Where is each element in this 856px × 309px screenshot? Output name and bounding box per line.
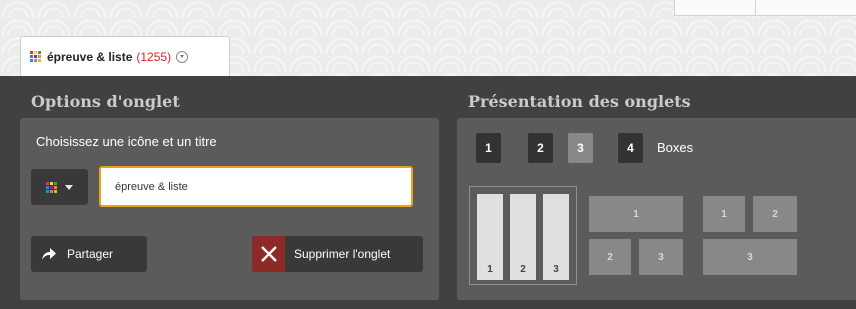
share-arrow-icon	[31, 248, 67, 260]
delete-label: Supprimer l'onglet	[294, 247, 391, 261]
columns-2-button[interactable]: 2	[528, 133, 553, 163]
layout-option-two-over-one[interactable]: 1 2 3	[703, 186, 797, 285]
columns-1-button[interactable]: 1	[476, 133, 501, 163]
layout-cell: 3	[703, 239, 797, 275]
layout-cell: 2	[589, 239, 631, 275]
share-button[interactable]: Partager	[31, 236, 147, 272]
tab-count: (1255)	[136, 49, 172, 64]
chevron-down-icon[interactable]	[176, 50, 189, 63]
tab-layout-title: Présentation des onglets	[468, 92, 691, 111]
boxes-label: Boxes	[657, 140, 694, 155]
layout-cell: 1	[703, 196, 745, 232]
layout-cell: 3	[639, 239, 683, 275]
layout-cell: 1	[589, 196, 683, 232]
choose-icon-title-label: Choisissez une icône et un titre	[36, 134, 217, 149]
layout-cell: 1	[477, 194, 503, 280]
options-panel: Options d'onglet Présentation des onglet…	[0, 76, 856, 309]
tab-layout-box: 1 2 3 4 Boxes 1 2 3 1 2 3 1 2 3	[457, 118, 856, 300]
grid-color-icon	[30, 51, 41, 62]
grid-color-icon	[46, 181, 57, 193]
share-label: Partager	[67, 247, 114, 261]
tab-epreuve-liste[interactable]: épreuve & liste (1255)	[20, 36, 230, 76]
icon-select-dropdown[interactable]	[31, 169, 88, 205]
tab-options-box: Choisissez une icône et un titre Partage…	[20, 118, 439, 300]
columns-4-button[interactable]: 4	[618, 133, 643, 163]
layout-option-one-over-two[interactable]: 1 2 3	[589, 186, 683, 285]
layout-cell: 2	[510, 194, 536, 280]
delete-tab-button[interactable]: Supprimer l'onglet	[252, 236, 423, 272]
tab-options-title: Options d'onglet	[31, 92, 180, 111]
layout-option-three-columns[interactable]: 1 2 3	[469, 186, 577, 285]
columns-3-button[interactable]: 3	[568, 133, 593, 163]
layout-cell: 3	[543, 194, 569, 280]
tab-title-input[interactable]	[99, 166, 413, 207]
layout-cell: 2	[753, 196, 797, 232]
caret-down-icon	[65, 184, 73, 190]
tab-title: épreuve & liste	[47, 49, 133, 64]
close-icon	[252, 236, 285, 272]
top-search-stub[interactable]	[674, 0, 856, 16]
